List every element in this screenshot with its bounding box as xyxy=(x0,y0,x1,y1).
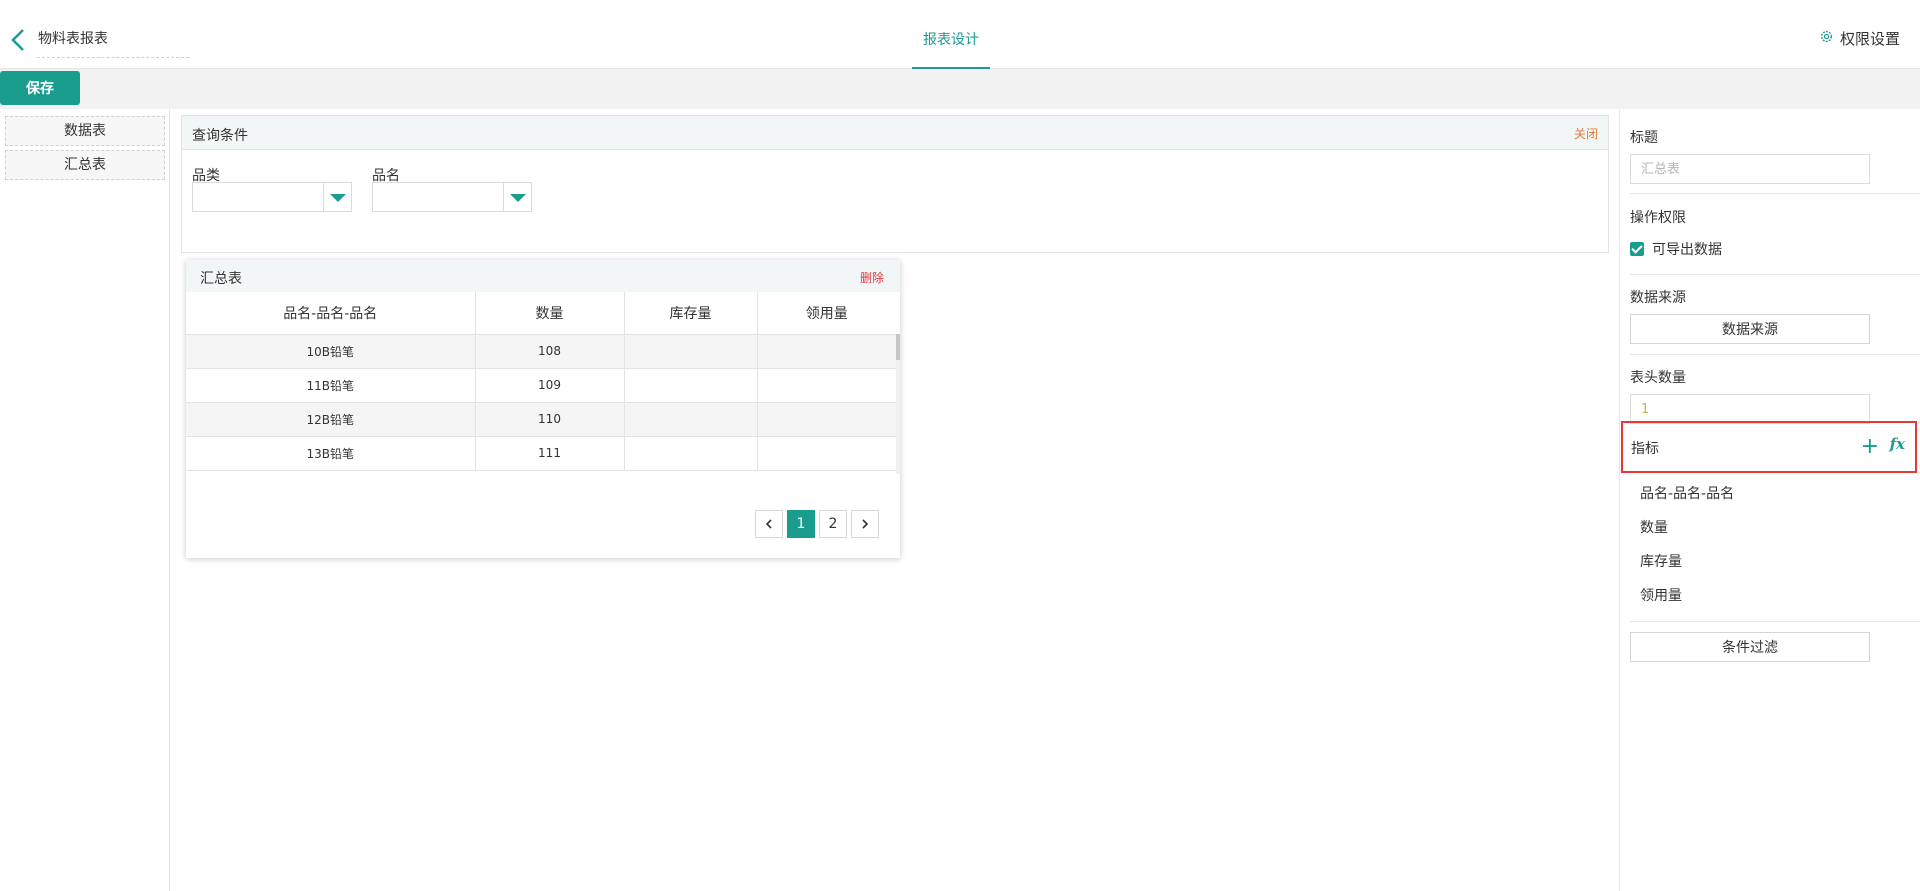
permission-settings-button[interactable]: 权限设置 xyxy=(1819,28,1900,49)
header-count-label: 表头数量 xyxy=(1630,370,1686,386)
settings-panel: 标题 操作权限 可导出数据 数据来源 数据来源 表头数量 指标 + fx 品名-… xyxy=(1619,109,1920,891)
permission-label: 操作权限 xyxy=(1630,210,1686,226)
table-cell: 111 xyxy=(475,436,625,471)
divider xyxy=(1630,621,1920,622)
datasource-button[interactable]: 数据来源 xyxy=(1630,314,1870,344)
top-header: 物料表报表 报表设计 权限设置 xyxy=(0,0,1920,69)
column-header[interactable]: 品名-品名-品名 xyxy=(186,292,476,335)
query-title: 查询条件 xyxy=(192,128,248,144)
query-header: 查询条件 关闭 xyxy=(182,116,1608,150)
prev-page-button[interactable] xyxy=(755,510,783,538)
table-cell xyxy=(624,334,758,369)
chevron-left-icon xyxy=(765,519,772,529)
table-cell: 12B铅笔 xyxy=(186,402,476,437)
dropdown-arrow-icon[interactable] xyxy=(323,183,351,211)
page-button-1[interactable]: 1 xyxy=(787,510,815,538)
export-label: 可导出数据 xyxy=(1652,242,1722,258)
table-cell xyxy=(757,436,896,471)
scrollbar-thumb[interactable] xyxy=(896,334,900,360)
chevron-right-icon xyxy=(862,519,869,529)
table-cell xyxy=(757,334,896,369)
product-name-select[interactable] xyxy=(372,182,532,212)
tab-report-design[interactable]: 报表设计 xyxy=(912,0,990,69)
table-cell: 110 xyxy=(475,402,625,437)
next-page-button[interactable] xyxy=(851,510,879,538)
table-row[interactable]: 12B铅笔 110 xyxy=(186,402,896,437)
report-name[interactable]: 物料表报表 xyxy=(38,28,108,48)
table-row[interactable]: 10B铅笔 108 xyxy=(186,334,896,369)
metric-item[interactable]: 领用量 xyxy=(1640,585,1682,605)
table-cell: 108 xyxy=(475,334,625,369)
component-item-summary-table[interactable]: 汇总表 xyxy=(5,150,165,180)
table-cell xyxy=(624,402,758,437)
metrics-header: 指标 + fx xyxy=(1621,421,1917,473)
datasource-label: 数据来源 xyxy=(1630,290,1686,306)
page-button-2[interactable]: 2 xyxy=(819,510,847,538)
save-button[interactable]: 保存 xyxy=(0,71,80,105)
column-header[interactable]: 数量 xyxy=(475,292,625,335)
table-row[interactable]: 13B铅笔 111 xyxy=(186,436,896,471)
export-option[interactable]: 可导出数据 xyxy=(1630,239,1722,259)
plus-icon[interactable]: + xyxy=(1861,436,1879,458)
table-cell xyxy=(757,402,896,437)
report-name-underline xyxy=(37,57,189,58)
summary-table-title: 汇总表 xyxy=(200,271,242,287)
metric-item[interactable]: 品名-品名-品名 xyxy=(1640,483,1734,503)
divider xyxy=(1630,193,1920,194)
summary-table: 品名-品名-品名 数量 库存量 领用量 10B铅笔 108 11B铅笔 109 … xyxy=(186,292,896,471)
permission-settings-label: 权限设置 xyxy=(1839,30,1900,48)
condition-filter-button[interactable]: 条件过滤 xyxy=(1630,632,1870,662)
table-cell: 10B铅笔 xyxy=(186,334,476,369)
formula-icon[interactable]: fx xyxy=(1890,435,1905,453)
delete-link[interactable]: 删除 xyxy=(860,269,884,286)
query-conditions-panel: 查询条件 关闭 品类 品名 xyxy=(181,115,1609,253)
table-header-row: 品名-品名-品名 数量 库存量 领用量 xyxy=(186,292,896,335)
category-select[interactable] xyxy=(192,182,352,212)
table-cell xyxy=(624,436,758,471)
column-header[interactable]: 领用量 xyxy=(757,292,896,335)
dropdown-arrow-icon[interactable] xyxy=(503,183,531,211)
metric-item[interactable]: 数量 xyxy=(1640,517,1668,537)
export-checkbox[interactable] xyxy=(1630,242,1644,256)
toolbar: 保存 xyxy=(0,69,1920,109)
metrics-label: 指标 xyxy=(1631,441,1659,457)
metric-item[interactable]: 库存量 xyxy=(1640,551,1682,571)
divider xyxy=(1630,274,1920,275)
chevron-left-icon[interactable] xyxy=(8,27,28,53)
gear-icon xyxy=(1819,29,1834,48)
summary-table-card: 汇总表 删除 品名-品名-品名 数量 库存量 领用量 10B铅笔 108 11B… xyxy=(186,260,900,558)
summary-table-header: 汇总表 删除 xyxy=(186,260,900,292)
table-cell: 13B铅笔 xyxy=(186,436,476,471)
table-cell: 11B铅笔 xyxy=(186,368,476,403)
table-cell xyxy=(624,368,758,403)
title-label: 标题 xyxy=(1630,130,1658,146)
header-count-input[interactable] xyxy=(1630,394,1870,424)
component-panel: 数据表 汇总表 xyxy=(0,109,170,891)
divider xyxy=(1630,354,1920,355)
title-input[interactable] xyxy=(1630,154,1870,184)
table-scrollbar[interactable] xyxy=(896,334,900,474)
table-cell xyxy=(757,368,896,403)
query-close-link[interactable]: 关闭 xyxy=(1574,125,1598,142)
component-item-data-table[interactable]: 数据表 xyxy=(5,116,165,146)
table-cell: 109 xyxy=(475,368,625,403)
table-row[interactable]: 11B铅笔 109 xyxy=(186,368,896,403)
column-header[interactable]: 库存量 xyxy=(624,292,758,335)
